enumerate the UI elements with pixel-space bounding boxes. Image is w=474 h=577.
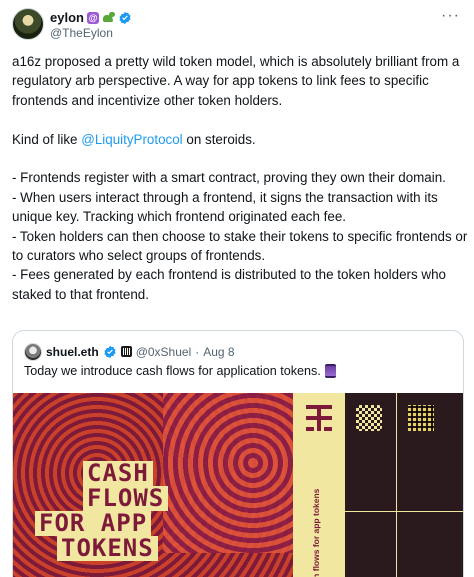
- tweet-paragraph: Kind of like @LiquityProtocol on steroid…: [12, 130, 468, 149]
- bullet-item: - Frontends register with a smart contra…: [12, 170, 446, 186]
- text-segment: on steroids.: [182, 131, 256, 147]
- bullet-item: - Fees generated by each frontend is dis…: [12, 267, 446, 302]
- bullet-item: - When users interact through a frontend…: [12, 189, 438, 225]
- quoted-tweet-text-content: Today we introduce cash flows for applic…: [24, 364, 321, 378]
- quoted-author-name: shuel.eth: [46, 344, 99, 359]
- image-title-line: FOR APP: [35, 511, 152, 536]
- dot-separator: ·: [195, 344, 200, 359]
- quoted-tweet-date: Aug 8: [203, 344, 235, 359]
- tweet-paragraph: a16z proposed a pretty wild token model,…: [12, 54, 460, 108]
- quoted-tweet-header: shuel.eth @0xShuel · Aug 8: [24, 342, 235, 361]
- more-options-icon[interactable]: ···: [441, 8, 460, 24]
- verified-badge-icon: [104, 345, 116, 358]
- image-side-text: cash flows for app tokens: [311, 488, 321, 577]
- author-name[interactable]: eylon: [50, 10, 84, 25]
- image-title-line: CASH: [83, 461, 153, 486]
- scroll-emoji-icon: [324, 364, 336, 378]
- author-avatar[interactable]: [12, 8, 44, 40]
- emoji-ball-icon: @: [86, 11, 99, 24]
- quoted-tweet[interactable]: shuel.eth @0xShuel · Aug 8 Today we intr…: [12, 330, 464, 577]
- panel-divider: [396, 393, 397, 577]
- verified-badge-icon[interactable]: [118, 11, 132, 25]
- pixel-glyph-icon: [306, 405, 332, 431]
- pixel-glyph-icon: [408, 405, 434, 431]
- author-handle[interactable]: @TheEylon: [50, 26, 113, 40]
- image-title: CASH FLOWS FOR APP TOKENS: [35, 461, 263, 561]
- quoted-tweet-image[interactable]: CASH FLOWS FOR APP TOKENS cash flows for…: [13, 393, 463, 577]
- tweet-header: eylon @ @TheEylon ···: [12, 8, 464, 44]
- bullet-item: - Token holders can then choose to stake…: [12, 228, 468, 264]
- panel-divider: [345, 511, 463, 512]
- dinosaur-emoji-icon: [102, 11, 115, 24]
- image-title-line: TOKENS: [57, 536, 158, 561]
- quoted-tweet-text: Today we introduce cash flows for applic…: [24, 364, 336, 378]
- pixel-glyph-icon: [356, 405, 382, 431]
- text-segment: Kind of like: [12, 131, 82, 147]
- affiliate-badge-icon: [120, 346, 132, 357]
- quoted-author-handle: @0xShuel: [135, 344, 192, 359]
- tweet-body: a16z proposed a pretty wild token model,…: [12, 52, 468, 304]
- quoted-author-avatar: [24, 342, 42, 361]
- mention-link[interactable]: @LiquityProtocol: [81, 132, 182, 147]
- image-title-line: FLOWS: [83, 486, 169, 511]
- author-name-row: eylon @: [50, 9, 132, 26]
